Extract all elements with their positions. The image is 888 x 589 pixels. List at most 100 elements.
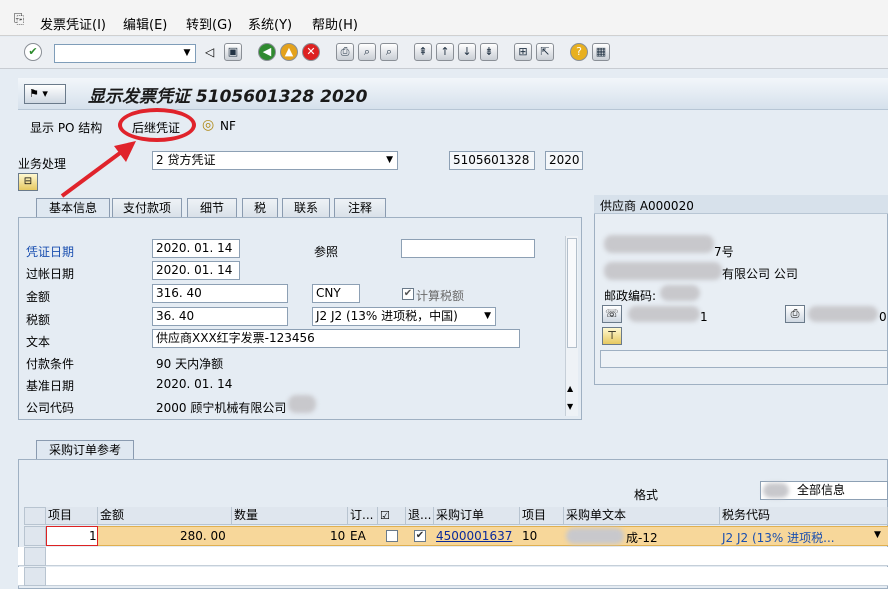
help-icon[interactable]: ? (570, 43, 588, 61)
row-selector[interactable] (24, 567, 46, 586)
cell-returns-checkbox[interactable]: ✔ (414, 530, 426, 542)
cell-check-checkbox[interactable] (386, 530, 398, 542)
amount-field[interactable]: 316. 40 (152, 284, 288, 303)
row-selector[interactable] (24, 526, 46, 546)
next-page-icon[interactable]: ↓ (458, 43, 476, 61)
grid-selector-header[interactable] (24, 507, 46, 525)
tab-notes[interactable]: 注释 (334, 198, 386, 218)
col-header-returns[interactable]: 退... (406, 507, 434, 525)
menu-goto[interactable]: 转到(G) (186, 14, 232, 33)
exit-icon[interactable]: ▲ (280, 43, 298, 61)
fax-icon[interactable]: ⎙ (785, 305, 805, 323)
scroll-up-icon[interactable]: ▲ (567, 384, 573, 393)
new-session-icon[interactable]: ⊞ (514, 43, 532, 61)
tab-po-reference[interactable]: 采购订单参考 (36, 440, 134, 460)
window-menu-icon[interactable]: ⎘ (14, 12, 24, 27)
empty-row (18, 547, 888, 566)
toggle-header-icon[interactable]: ⊟ (18, 173, 38, 191)
menu-system[interactable]: 系统(Y) (248, 14, 292, 33)
menu-edit[interactable]: 编辑(E) (123, 14, 167, 33)
reference-label: 参照 (314, 245, 339, 259)
last-page-icon[interactable]: ⇟ (480, 43, 498, 61)
cancel-icon[interactable]: ✕ (302, 43, 320, 61)
first-page-icon[interactable]: ⇞ (414, 43, 432, 61)
cell-tax-code[interactable]: J2 J2 (13% 进项税... (722, 529, 835, 546)
tax-amount-field[interactable]: 36. 40 (152, 307, 288, 326)
prev-page-icon[interactable]: ↑ (436, 43, 454, 61)
layout-menu-icon[interactable]: ▦ (592, 43, 610, 61)
tab-contact[interactable]: 联系 (282, 198, 330, 218)
command-field[interactable]: ▼ (54, 44, 196, 63)
postal-code-label: 邮政编码: (604, 289, 657, 303)
text-field[interactable]: 供应商XXX红字发票-123456 (152, 329, 520, 348)
screen-menu-icon[interactable]: ⚑ ▾ (24, 84, 66, 104)
enter-check-icon[interactable]: ✔ (24, 43, 42, 61)
tab-payment[interactable]: 支付款项 (112, 198, 182, 218)
business-process-select[interactable]: 2 贷方凭证 ▼ (152, 151, 398, 170)
col-header-order-unit[interactable]: 订... (348, 507, 378, 525)
col-header-item[interactable]: 项目 (46, 507, 98, 525)
save-icon[interactable]: ▣ (224, 43, 242, 61)
col-header-po-text[interactable]: 采购单文本 (564, 507, 720, 525)
tab-tax[interactable]: 税 (242, 198, 278, 218)
menu-help[interactable]: 帮助(H) (312, 14, 358, 33)
print-icon[interactable]: ⎙ (336, 43, 354, 61)
currency-field[interactable]: CNY (312, 284, 360, 303)
empty-row (18, 567, 888, 586)
col-header-tax-code[interactable]: 税务代码 (720, 507, 888, 525)
chevron-down-icon[interactable]: ▼ (180, 46, 194, 61)
cell-po-link[interactable]: 4500001637 (436, 529, 512, 543)
posting-date-field[interactable]: 2020. 01. 14 (152, 261, 240, 280)
chevron-down-icon[interactable]: ▼ (874, 530, 881, 540)
redacted-blur (604, 235, 714, 253)
tab-basic-info[interactable]: 基本信息 (36, 198, 110, 218)
doc-date-field[interactable]: 2020. 01. 14 (152, 239, 240, 258)
cell-unit: EA (350, 529, 366, 543)
tab-details[interactable]: 细节 (187, 198, 237, 218)
format-label: 格式 (634, 488, 659, 502)
phone-value: 1 (700, 310, 708, 324)
col-header-po-item[interactable]: 项目 (520, 507, 564, 525)
phone-icon[interactable]: ☏ (602, 305, 622, 323)
chevron-down-icon[interactable]: ▼ (484, 308, 491, 325)
find-icon[interactable]: ⌕ (358, 43, 376, 61)
chevron-down-icon[interactable]: ▼ (386, 152, 393, 169)
vendor-title: 供应商 A000020 (600, 199, 694, 213)
find-next-icon[interactable]: ⌕ (380, 43, 398, 61)
back-arrow-icon[interactable]: ◁ (205, 45, 214, 59)
company-code-label: 公司代码 (26, 401, 75, 415)
company-code-value: 2000 顾宁机械有限公司 (156, 401, 287, 415)
calc-tax-checkbox[interactable]: ✔ (402, 288, 414, 300)
base-date-label: 基准日期 (26, 379, 75, 393)
cell-po-item: 10 (522, 529, 538, 543)
bank-icon[interactable]: ⊤ (602, 327, 622, 345)
format-select[interactable]: 全部信息 (760, 481, 888, 500)
menu-invoice-doc[interactable]: 发票凭证(I) (40, 14, 106, 33)
fax-value: 0 (879, 310, 887, 324)
col-header-quantity[interactable]: 数量 (232, 507, 348, 525)
tax-code-select[interactable]: J2 J2 (13% 进项税，中国) ▼ (312, 307, 496, 326)
doc-number-field[interactable]: 5105601328 (449, 151, 535, 170)
redacted-blur (808, 306, 878, 322)
vendor-name-line: 有限公司 公司 (722, 267, 798, 281)
base-date-value: 2020. 01. 14 (156, 377, 233, 391)
col-header-check[interactable]: ☑ (378, 507, 406, 525)
calc-tax-label: 计算税额 (416, 289, 465, 303)
scroll-down-icon[interactable]: ▼ (567, 402, 573, 411)
vertical-scrollbar[interactable]: ▲ ▼ (565, 236, 578, 416)
scrollbar-thumb[interactable] (567, 238, 577, 348)
row-selector[interactable] (24, 547, 46, 566)
redacted-blur (604, 262, 722, 280)
payment-terms-label: 付款条件 (26, 357, 75, 371)
cell-item[interactable]: 1 (46, 526, 98, 546)
redacted-blur (288, 395, 316, 413)
back-icon[interactable]: ◀ (258, 43, 276, 61)
fiscal-year-field[interactable]: 2020 (545, 151, 583, 170)
col-header-amount[interactable]: 金额 (98, 507, 232, 525)
cell-amount: 280. 00 (180, 529, 226, 543)
nf-button[interactable]: NF (220, 119, 236, 133)
col-header-po[interactable]: 采购订单 (434, 507, 520, 525)
reference-field[interactable] (401, 239, 535, 258)
payment-terms-value: 90 天内净额 (156, 357, 224, 371)
shortcut-icon[interactable]: ⇱ (536, 43, 554, 61)
